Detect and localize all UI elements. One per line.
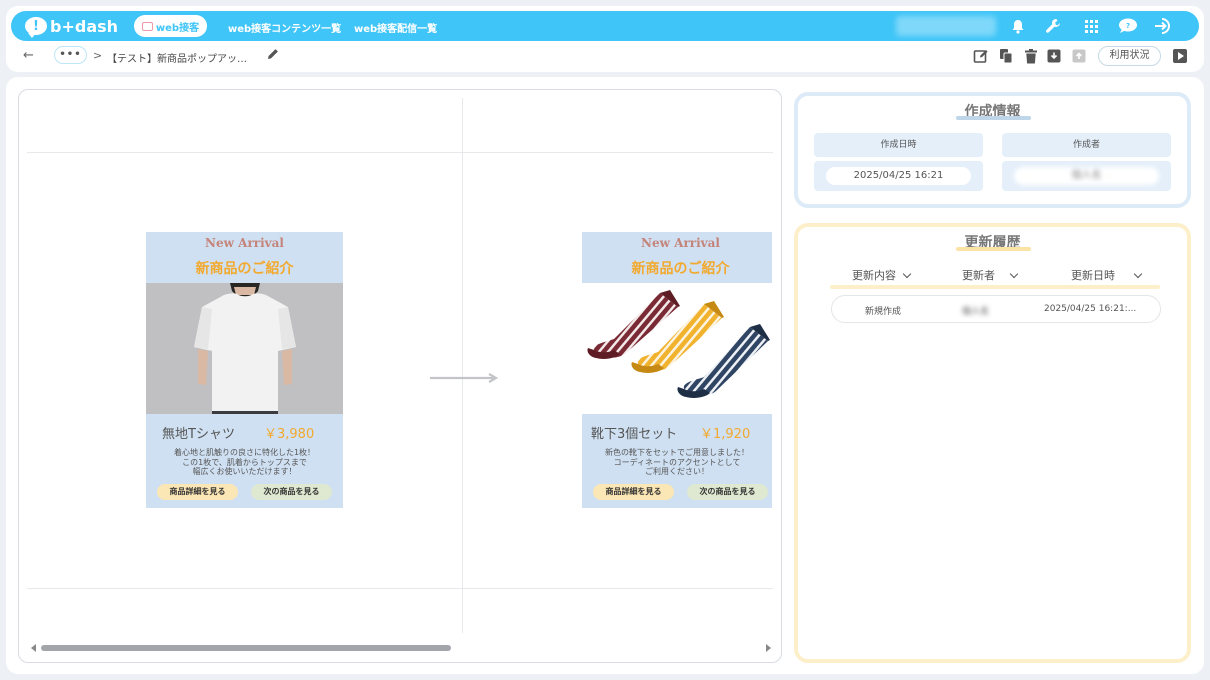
tshirt-image — [146, 283, 343, 414]
nav-web-service-label: web接客 — [155, 22, 200, 34]
product-detail-button[interactable]: 商品詳細を見る — [593, 484, 674, 500]
created-at-box: 2025/04/25 16:21 — [814, 161, 983, 191]
copy-icon[interactable] — [998, 48, 1014, 64]
grid-line — [27, 588, 773, 589]
sort-updated-by[interactable]: 更新者 — [962, 267, 1019, 283]
product-price: ￥3,980 — [264, 427, 315, 442]
nav-web-service[interactable]: web接客 — [134, 15, 207, 37]
socks-image — [582, 283, 772, 414]
svg-text:?: ? — [1126, 22, 1130, 30]
logout-icon[interactable] — [1152, 17, 1174, 35]
next-product-button[interactable]: 次の商品を見る — [687, 484, 768, 500]
archive-icon[interactable] — [1046, 48, 1062, 64]
play-icon[interactable] — [1173, 49, 1187, 63]
chevron-down-icon — [1133, 269, 1143, 278]
creation-info-panel: 作成情報 作成日時 作成者 2025/04/25 16:21 個人名 — [794, 92, 1191, 208]
popup-card: New Arrival 新商品のご紹介 無地Tシャツ ￥3,980 着心地と肌触… — [146, 232, 343, 508]
grid-line — [27, 152, 773, 153]
card-heading: 新商品のご紹介 — [195, 261, 294, 277]
column-header-label: 更新内容 — [852, 269, 896, 282]
creator-label: 作成者 — [1002, 133, 1171, 157]
wrench-icon[interactable] — [1044, 17, 1062, 35]
web-service-icon — [141, 21, 153, 31]
card-tag: New Arrival — [641, 236, 720, 250]
preview-panel: New Arrival 新商品のご紹介 無地Tシャツ ￥3,980 着心地と肌触… — [18, 89, 782, 663]
created-at-value: 2025/04/25 16:21 — [826, 167, 971, 185]
chat-icon[interactable]: ? — [1117, 17, 1139, 35]
back-arrow-icon[interactable]: ← — [23, 48, 34, 63]
logo-text: b+dash — [50, 16, 119, 36]
card-tag: New Arrival — [205, 236, 284, 250]
breadcrumb-title[interactable]: 【テスト】新商品ポップアッ… — [107, 50, 247, 65]
scroll-right-arrow-icon[interactable] — [766, 644, 771, 652]
product-name: 無地Tシャツ — [162, 427, 235, 442]
next-product-button[interactable]: 次の商品を見る — [251, 484, 332, 500]
user-account-info[interactable] — [896, 16, 996, 36]
breadcrumb-more-button[interactable]: ••• — [54, 46, 87, 64]
app-header: ! b+dash web接客 web接客コンテンツ一覧 web接客配信一覧 ? — [11, 11, 1199, 41]
created-at-label: 作成日時 — [814, 133, 983, 157]
row-content: 新規作成 — [865, 307, 902, 317]
row-user: 個人名 — [962, 307, 990, 317]
popup-card: New Arrival 新商品のご紹介 靴下3個セット ￥1,920 新色の靴下… — [582, 232, 772, 508]
column-header-label: 更新者 — [962, 269, 995, 282]
grid-icon[interactable] — [1082, 17, 1100, 35]
logo[interactable]: ! b+dash — [25, 15, 119, 38]
nav-content-list[interactable]: web接客コンテンツ一覧 — [228, 20, 341, 35]
card-heading: 新商品のご紹介 — [631, 261, 730, 277]
creator-box: 個人名 — [1002, 161, 1171, 191]
breadcrumb-separator: > — [93, 49, 103, 62]
scrollbar-thumb[interactable] — [41, 645, 451, 651]
title-underline — [956, 116, 1031, 120]
horizontal-scrollbar[interactable] — [29, 644, 773, 652]
trash-icon[interactable] — [1023, 48, 1039, 64]
bell-icon[interactable] — [1009, 17, 1027, 35]
product-name: 靴下3個セット — [591, 427, 678, 442]
sort-updated-at[interactable]: 更新日時 — [1071, 267, 1143, 283]
scroll-left-arrow-icon[interactable] — [31, 644, 36, 652]
product-description: 新色の靴下をセットでご用意しました！ コーディネートのアクセントとして ご利用く… — [605, 448, 749, 476]
edit-icon[interactable] — [973, 48, 989, 64]
transition-arrow-icon — [429, 368, 499, 387]
update-history-panel: 更新履歴 更新内容 更新者 更新日時 新規作成 個人名 2025/04/25 1… — [794, 223, 1191, 663]
breadcrumb-toolbar: ← ••• > 【テスト】新商品ポップアッ… 利用状況 — [11, 44, 1199, 70]
creator-value: 個人名 — [1014, 167, 1159, 185]
usage-status-button[interactable]: 利用状況 — [1098, 46, 1161, 66]
product-price: ￥1,920 — [700, 427, 751, 442]
sort-update-content[interactable]: 更新内容 — [852, 267, 912, 283]
unarchive-icon — [1071, 48, 1087, 64]
table-row[interactable]: 新規作成 個人名 2025/04/25 16:21:... — [831, 295, 1161, 323]
row-datetime: 2025/04/25 16:21:... — [1044, 304, 1137, 314]
column-header-label: 更新日時 — [1071, 269, 1115, 282]
chevron-down-icon — [902, 269, 912, 278]
grid-line — [462, 98, 463, 633]
product-description: 着心地と肌触りの良さに特化した1枚！ この1枚で、肌着からトップスまで 幅広くお… — [173, 448, 316, 476]
logo-icon: ! — [25, 17, 47, 38]
product-detail-button[interactable]: 商品詳細を見る — [157, 484, 238, 500]
header-divider — [830, 285, 1160, 289]
chevron-down-icon — [1009, 269, 1019, 278]
nav-delivery-list[interactable]: web接客配信一覧 — [354, 20, 437, 35]
title-underline — [956, 247, 1031, 251]
pencil-icon[interactable] — [267, 48, 279, 64]
